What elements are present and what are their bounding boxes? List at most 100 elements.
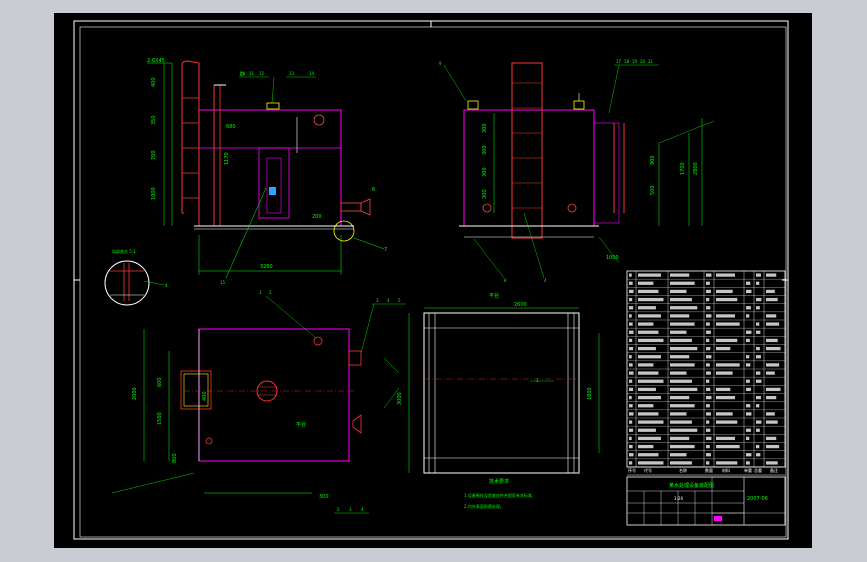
side-left-dim-4: 300 bbox=[482, 189, 488, 199]
front-part-number-3: 12 bbox=[259, 71, 265, 76]
table-cell-text bbox=[706, 330, 711, 334]
table-cell-text bbox=[746, 355, 750, 359]
table-cell-text bbox=[746, 314, 750, 318]
table-cell-text bbox=[716, 289, 733, 294]
front-right-callout-1: 6 bbox=[372, 187, 375, 193]
front-view: 2-6X45 3260 400 350 700 1000 680 1170 20… bbox=[147, 58, 387, 285]
table-cell-text bbox=[756, 453, 761, 457]
table-cell-text bbox=[766, 444, 780, 449]
plan-top-callout-1: 3 bbox=[376, 298, 379, 303]
header-remarks: 备注 bbox=[770, 467, 778, 473]
table-cell-text bbox=[706, 387, 711, 392]
table-cell-text bbox=[670, 297, 692, 302]
tech-requirements-line-1: 1.设备制作及验收应符合国家有关标准, bbox=[464, 492, 533, 498]
table-cell-text bbox=[766, 412, 775, 416]
table-cell-text bbox=[766, 371, 775, 375]
header-material: 材料 bbox=[722, 467, 730, 473]
header-total-weight: 总重 bbox=[754, 467, 762, 473]
table-cell-text bbox=[766, 387, 781, 392]
table-cell-text bbox=[766, 346, 781, 351]
table-cell-text bbox=[766, 297, 778, 302]
table-cell-text bbox=[629, 363, 633, 367]
table-cell-text bbox=[766, 273, 777, 277]
table-cell-text bbox=[756, 444, 760, 449]
front-left-dim-3: 700 bbox=[151, 150, 157, 160]
table-cell-text bbox=[746, 281, 751, 285]
front-part-number-2: 11 bbox=[249, 71, 255, 76]
table-cell-text bbox=[706, 306, 711, 310]
table-cell-text bbox=[716, 395, 735, 400]
table-cell-text bbox=[706, 363, 710, 367]
side-view: 900 500 1700 2800 300 300 300 300 1000 9… bbox=[439, 59, 715, 283]
side-part-number-3: 19 bbox=[632, 59, 638, 64]
table-cell-text bbox=[756, 395, 761, 400]
front-left-dim-2: 350 bbox=[151, 115, 157, 125]
table-cell-text bbox=[638, 444, 654, 449]
table-cell-text bbox=[629, 297, 633, 302]
table-cell-text bbox=[638, 330, 659, 334]
cad-viewport[interactable]: 2-6X45 3260 400 350 700 1000 680 1170 20… bbox=[0, 0, 867, 562]
tech-requirements-title: 技术要求 bbox=[489, 478, 509, 485]
table-cell-text bbox=[670, 453, 687, 457]
table-cell-text bbox=[629, 371, 634, 375]
table-cell-text bbox=[746, 379, 750, 383]
plan-left-callout-2: 2 bbox=[269, 290, 272, 295]
table-cell-text bbox=[716, 412, 733, 416]
plan-top-callout-2: 4 bbox=[387, 298, 390, 303]
table-cell-text bbox=[756, 306, 760, 310]
table-cell-text bbox=[766, 338, 778, 343]
table-cell-text bbox=[706, 412, 711, 416]
table-cell-text bbox=[670, 412, 687, 416]
cad-drawing: 2-6X45 3260 400 350 700 1000 680 1170 20… bbox=[73, 20, 789, 540]
table-cell-text bbox=[716, 297, 738, 302]
table-cell-text bbox=[670, 404, 695, 408]
plan-bottom-callout-2: 3 bbox=[349, 507, 352, 512]
table-cell-text bbox=[706, 379, 710, 383]
table-cell-text bbox=[670, 289, 687, 294]
table-cell-text bbox=[670, 314, 690, 318]
table-cell-text bbox=[670, 379, 692, 383]
side-part-number-4: 20 bbox=[640, 59, 646, 64]
table-cell-text bbox=[716, 346, 731, 351]
table-cell-text bbox=[746, 306, 751, 310]
table-cell-text bbox=[670, 273, 690, 277]
table-cell-text bbox=[670, 444, 695, 449]
side-part-number-1: 17 bbox=[616, 59, 622, 64]
table-cell-text bbox=[638, 355, 661, 359]
table-cell-text bbox=[629, 461, 633, 465]
table-cell-text bbox=[706, 436, 712, 441]
side-part-number-2: 18 bbox=[624, 59, 630, 64]
side-part-number-5: 21 bbox=[648, 59, 654, 64]
table-cell-text bbox=[638, 461, 664, 465]
table-cell-text bbox=[670, 306, 698, 310]
table-cell-text bbox=[766, 289, 775, 294]
table-cell-text bbox=[629, 387, 634, 392]
table-cell-text bbox=[756, 404, 760, 408]
table-cell-text bbox=[746, 338, 750, 343]
table-cell-text bbox=[706, 346, 711, 351]
table-cell-text bbox=[716, 436, 735, 441]
side-left-dim-3: 300 bbox=[482, 167, 488, 177]
table-cell-text bbox=[756, 420, 762, 424]
drawing-canvas[interactable]: 2-6X45 3260 400 350 700 1000 680 1170 20… bbox=[54, 13, 812, 548]
table-cell-text bbox=[716, 387, 731, 392]
table-cell-text bbox=[638, 379, 664, 383]
front-part-number-5: 14 bbox=[309, 71, 315, 76]
front-part-numbers: 10 11 12 13 14 bbox=[239, 71, 316, 104]
table-cell-text bbox=[629, 281, 633, 285]
front-part-number-1: 10 bbox=[240, 71, 246, 76]
header-qty: 数量 bbox=[705, 467, 713, 473]
table-cell-text bbox=[766, 461, 778, 465]
table-cell-text bbox=[638, 314, 661, 318]
plan-dim-4: 400 bbox=[202, 391, 208, 401]
table-cell-text bbox=[746, 330, 752, 334]
table-cell-text bbox=[756, 355, 761, 359]
side-right-dim-1: 900 bbox=[650, 155, 656, 165]
header-code: 代号 bbox=[644, 467, 652, 473]
table-cell-text bbox=[629, 395, 632, 400]
title-block-name: 某水处理设备装配图 bbox=[669, 482, 714, 489]
detail-view: 局部放大 5:1 4 bbox=[104, 248, 168, 306]
plan-dim-2: 1500 bbox=[157, 412, 163, 425]
table-cell-text bbox=[716, 314, 735, 318]
table-cell-text bbox=[629, 379, 633, 383]
